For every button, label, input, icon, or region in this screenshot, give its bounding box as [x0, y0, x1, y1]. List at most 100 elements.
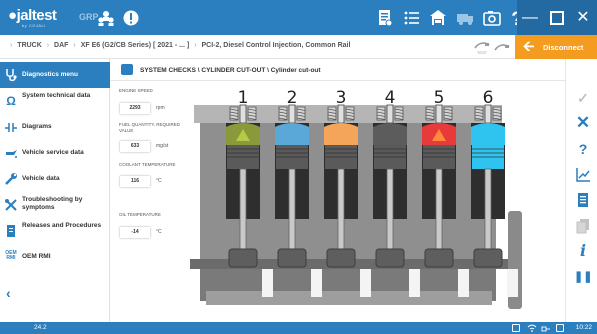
- window-close-icon[interactable]: ✕: [574, 9, 592, 27]
- crank-journal: [228, 248, 258, 268]
- sidebar-item-vehicle-service-data[interactable]: Vehicle service data: [0, 140, 110, 166]
- crankcase-window: [262, 269, 273, 297]
- logo-subtitle: by COJALI: [22, 23, 46, 28]
- reading-value: 116: [120, 176, 150, 187]
- connecting-rod: [337, 168, 345, 254]
- info-icon[interactable]: i: [574, 242, 592, 260]
- truck-icon[interactable]: [455, 8, 475, 28]
- system-checks-icon: [121, 64, 133, 75]
- sidebar-item-troubleshooting[interactable]: Troubleshooting by symptoms: [0, 192, 110, 218]
- oil-can-icon: [6, 150, 17, 158]
- crank-journal: [326, 248, 356, 268]
- injector: [484, 104, 492, 124]
- right-toolbar: ✓ ✕ ? i ❚❚: [565, 59, 597, 322]
- crankcase-window: [409, 269, 420, 297]
- disconnect-label: Disconnect: [543, 43, 584, 52]
- breadcrumb-item[interactable]: TRUCK: [17, 42, 42, 49]
- readings-panel: ENGINE SPEED 2293 rpm FUEL QUANTITY, REQ…: [117, 88, 186, 248]
- connecting-rod: [435, 168, 443, 254]
- reading-unit: °C: [156, 178, 162, 184]
- connection-test-icon[interactable]: TEST: [473, 39, 491, 55]
- crankcase-window: [458, 269, 469, 297]
- sidebar-item-releases-procedures[interactable]: Releases and Procedures: [0, 218, 110, 244]
- wifi-icon: [527, 324, 537, 332]
- sidebar-item-label: Diagrams: [22, 123, 52, 130]
- camera-icon[interactable]: [482, 8, 502, 28]
- report-icon[interactable]: [375, 8, 395, 28]
- chevron-left-icon[interactable]: ‹: [6, 286, 20, 300]
- minimize-icon[interactable]: —: [521, 9, 539, 27]
- sidebar-item-system-technical-data[interactable]: Ω System technical data: [0, 88, 110, 114]
- sidebar-item-oem-rmi[interactable]: OEM RMI OEM RMI: [0, 244, 110, 270]
- version-label: 24.2: [34, 324, 47, 331]
- sidebar: Diagnostics menu Ω System technical data…: [0, 59, 110, 322]
- pause-icon[interactable]: ❚❚: [574, 268, 592, 286]
- reading-label: FUEL QUANTITY, REQUIRED VALUE: [119, 122, 181, 133]
- menu-list-icon[interactable]: [402, 8, 422, 28]
- sidebar-item-label: OEM RMI: [22, 253, 51, 260]
- sidebar-item-label: Vehicle data: [22, 175, 60, 182]
- jaltest-logo: ●jaltest: [8, 7, 57, 24]
- crank-journal: [375, 248, 405, 268]
- document-icon: [7, 225, 15, 237]
- arrow-left-icon: 🡨: [523, 38, 535, 54]
- crank-journal: [424, 248, 454, 268]
- connecting-rod: [239, 168, 247, 254]
- maximize-icon[interactable]: [548, 9, 566, 27]
- crank-journal: [473, 248, 503, 268]
- reading-label: OIL TEMPERATURE: [119, 212, 161, 217]
- reading-unit: °C: [156, 229, 162, 235]
- chevron-right-icon: ›: [194, 42, 197, 49]
- top-toolbar: ●jaltest by COJALI GRP ?: [0, 0, 597, 35]
- stethoscope-icon: [6, 69, 17, 82]
- chevron-right-icon: ›: [10, 42, 13, 49]
- content-header: SYSTEM CHECKS \ CYLINDER CUT-OUT \ Cylin…: [110, 59, 565, 81]
- ohm-icon: Ω: [6, 94, 16, 108]
- list-icon[interactable]: [574, 191, 592, 209]
- combustion-chamber: [471, 123, 505, 145]
- sidebar-item-label: Diagnostics menu: [22, 71, 78, 78]
- disconnect-button[interactable]: 🡨 Disconnect: [515, 35, 597, 59]
- sidebar-item-diagrams[interactable]: Diagrams: [0, 114, 110, 140]
- breadcrumb-item[interactable]: DAF: [54, 42, 68, 49]
- breadcrumb-item[interactable]: XF E6 (G2/CB Series) [ 2021 - ... ]: [81, 42, 190, 49]
- combustion-chamber: [275, 123, 309, 145]
- reading-unit: mg/st: [156, 143, 169, 149]
- connecting-rod: [386, 168, 394, 254]
- reading-label: COOLANT TEMPERATURE: [119, 162, 176, 167]
- sidebar-item-vehicle-data[interactable]: Vehicle data: [0, 166, 110, 192]
- tools-icon: [5, 199, 17, 211]
- close-icon[interactable]: ✕: [574, 114, 592, 132]
- chevron-right-icon: ›: [46, 42, 50, 49]
- connecting-rod: [288, 168, 296, 254]
- users-group-icon[interactable]: [96, 8, 116, 28]
- oil-pan: [206, 291, 492, 305]
- help-icon[interactable]: ?: [574, 140, 592, 158]
- chevron-right-icon: ›: [73, 42, 76, 49]
- breadcrumb-bar: › TRUCK › DAF › XF E6 (G2/CB Series) [ 2…: [0, 35, 597, 59]
- copy-icon[interactable]: [574, 217, 592, 235]
- connection-icon[interactable]: [493, 39, 511, 55]
- combustion-chamber: [324, 123, 358, 145]
- connection-status-icon: [541, 326, 550, 332]
- graph-icon[interactable]: [574, 166, 592, 184]
- engine-cylinders-diagram: 123456: [190, 88, 522, 309]
- alert-icon[interactable]: [121, 8, 141, 28]
- sidebar-item-label: Releases and Procedures: [22, 222, 102, 229]
- reading-value: 633: [120, 141, 150, 152]
- combustion-chamber: [373, 123, 407, 145]
- battery-icon: [512, 324, 520, 332]
- sidebar-item-diagnostics-menu[interactable]: Diagnostics menu: [0, 62, 110, 88]
- garage-icon[interactable]: [428, 8, 448, 28]
- clock: 10:22: [575, 324, 592, 331]
- crank-journal: [277, 248, 307, 268]
- breadcrumb-item[interactable]: PCI-2, Diesel Control Injection, Common …: [201, 42, 350, 49]
- status-bar: 24.2 10:22: [0, 322, 597, 334]
- check-icon[interactable]: ✓: [574, 89, 592, 107]
- reading-value: 2293: [120, 103, 150, 114]
- crankcase-window: [311, 269, 322, 297]
- window-controls: — ✕: [517, 0, 597, 35]
- page-title: SYSTEM CHECKS \ CYLINDER CUT-OUT \ Cylin…: [140, 67, 321, 74]
- wiring-diagram-icon: [5, 123, 17, 132]
- injector: [337, 104, 345, 124]
